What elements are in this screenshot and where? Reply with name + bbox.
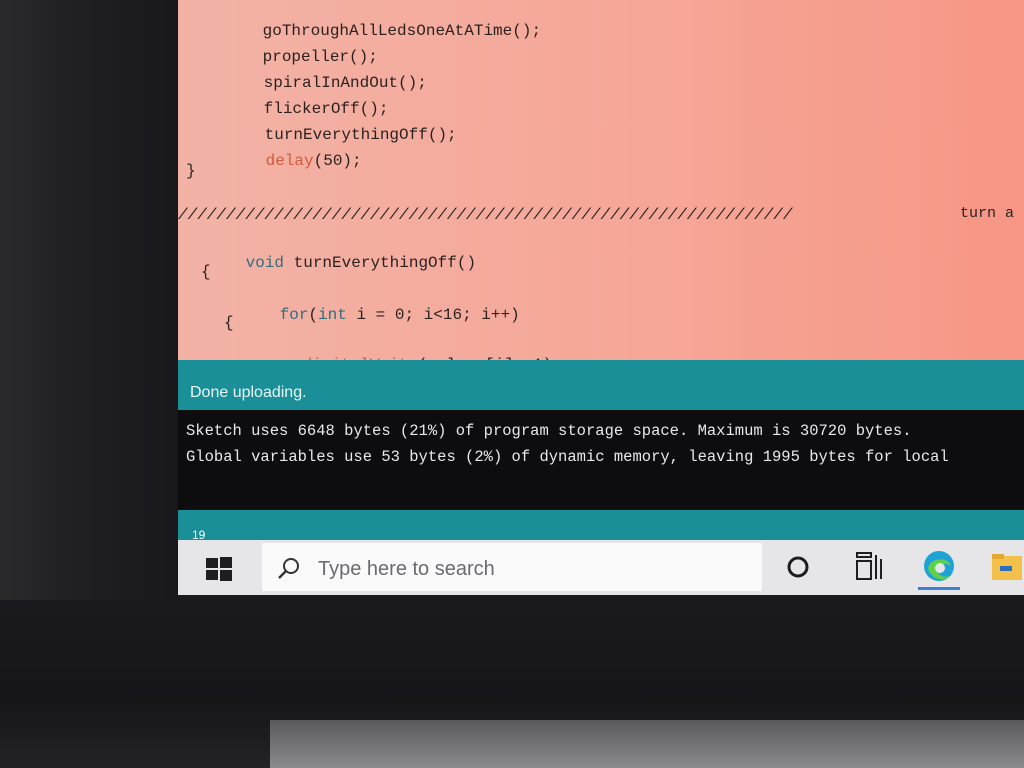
console-output[interactable]: Sketch uses 6648 bytes (21%) of program …	[178, 410, 1024, 510]
function-name: turnEverythingOff	[293, 254, 457, 272]
task-view-icon[interactable]	[854, 549, 884, 583]
punctuation: ();	[512, 22, 542, 40]
for-loop: for(int i = 0; i<16; i++)	[222, 288, 520, 342]
edge-logo	[924, 551, 954, 581]
active-app-indicator	[918, 587, 960, 590]
windows-start-icon	[206, 557, 232, 581]
cortana-icon[interactable]	[783, 552, 813, 582]
code-editor[interactable]: goThroughAllLedsOneAtATime(); propeller(…	[178, 0, 1024, 374]
inner-brace: {	[224, 314, 234, 332]
punctuation: ();	[398, 74, 427, 92]
closing-brace: }	[186, 162, 196, 180]
punctuation: (	[308, 306, 319, 324]
status-bar: Done uploading.	[178, 360, 1024, 410]
desk-surface	[270, 720, 1024, 768]
type-keyword: int	[318, 306, 347, 324]
screen: goThroughAllLedsOneAtATime(); propeller(…	[178, 0, 1024, 605]
search-placeholder: Type here to search	[318, 558, 495, 580]
keyword: void	[245, 254, 285, 272]
punctuation: ()	[456, 254, 477, 272]
taskbar-search-box[interactable]: Type here to search	[262, 543, 762, 591]
keyword: for	[279, 306, 309, 324]
function-declaration: void turnEverythingOff()	[188, 236, 476, 290]
code-line: delay(50);	[208, 134, 362, 188]
folder-icon	[992, 554, 1022, 580]
console-line: Sketch uses 6648 bytes (21%) of program …	[186, 422, 912, 440]
open-brace: {	[201, 263, 211, 281]
start-button[interactable]	[198, 554, 240, 584]
windows-taskbar: Type here to search	[178, 540, 1024, 595]
loop-condition: i = 0; i<16; i++)	[346, 306, 520, 324]
comment-text: turn a	[960, 205, 1015, 222]
file-explorer-icon[interactable]	[990, 548, 1024, 586]
punctuation: ();	[427, 126, 457, 144]
edge-icon[interactable]	[918, 546, 960, 590]
punctuation: (50);	[313, 152, 362, 170]
builtin-function: delay	[265, 152, 314, 170]
search-icon	[278, 558, 299, 579]
console-line: Global variables use 53 bytes (2%) of dy…	[186, 448, 949, 466]
comment-separator: ////////////////////////////////////////…	[178, 206, 793, 224]
line-number-bar: 19	[178, 510, 1024, 542]
status-message: Done uploading.	[190, 384, 307, 401]
